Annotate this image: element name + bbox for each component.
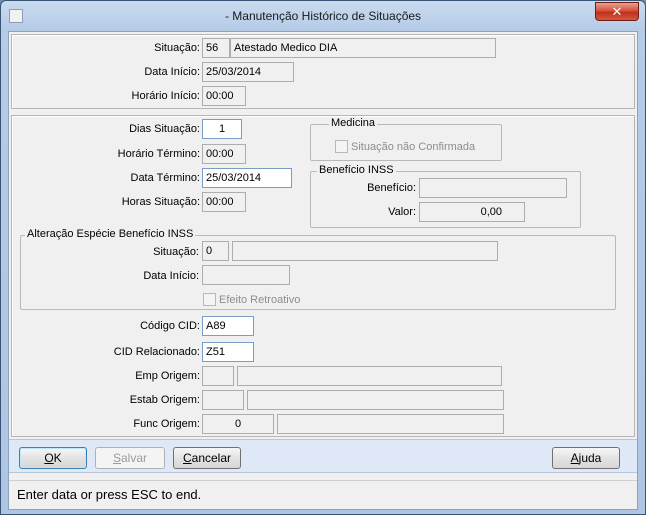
beneficio-inss-group-title: Benefício INSS [317,164,396,176]
emp-origem-code-field[interactable] [202,366,234,386]
situacao-label: Situação: [154,42,200,54]
status-text: Enter data or press ESC to end. [17,487,202,502]
beneficio-inss-group: Benefício INSS Benefício: Valor: 0,00 [310,164,581,228]
codigo-cid-input[interactable]: A89 [202,316,254,336]
alt-situacao-label: Situação: [153,246,199,258]
estab-origem-label: Estab Origem: [129,394,200,406]
horario-inicio-field[interactable]: 00:00 [202,86,246,106]
cancelar-button[interactable]: Cancelar [173,447,241,469]
emp-origem-desc-field[interactable] [237,366,502,386]
cid-relacionado-label: CID Relacionado: [113,346,200,358]
data-inicio-label: Data Início: [144,66,200,78]
horario-inicio-label: Horário Início: [131,90,200,102]
alteracao-especie-group-title: Alteração Espécie Benefício INSS [25,228,196,240]
medicina-group: Medicina Situação não Confirmada [310,117,502,161]
func-origem-label: Func Origem: [133,418,200,430]
efeito-retroativo-checkbox[interactable]: Efeito Retroativo [203,293,300,306]
situacao-desc-field[interactable]: Atestado Medico DIA [230,38,496,58]
horas-situacao-field[interactable]: 00:00 [202,192,246,212]
checkbox-box [203,293,216,306]
situacao-nao-confirmada-label: Situação não Confirmada [351,140,476,153]
salvar-mnemonic: S [112,451,121,465]
func-origem-code-field[interactable]: 0 [202,414,274,434]
emp-origem-label: Emp Origem: [135,370,200,382]
ajuda-mnemonic: A [570,451,579,465]
estab-origem-code-field[interactable] [202,390,244,410]
cancelar-label-rest: ancelar [191,451,232,465]
medicina-group-title: Medicina [329,117,378,129]
cancelar-mnemonic: C [182,451,192,465]
ok-label-rest: K [53,451,62,465]
codigo-cid-label: Código CID: [140,320,200,332]
horario-termino-label: Horário Término: [117,148,200,160]
dias-situacao-label: Dias Situação: [129,123,200,135]
ajuda-button[interactable]: Ajuda [552,447,620,469]
dias-situacao-input[interactable]: 1 [202,119,242,139]
ok-mnemonic: O [44,451,54,465]
situacao-code-field[interactable]: 56 [202,38,230,58]
valor-field[interactable]: 0,00 [419,202,525,222]
horas-situacao-label: Horas Situação: [121,196,200,208]
efeito-retroativo-label: Efeito Retroativo [219,293,301,306]
alt-data-inicio-field[interactable] [202,265,290,285]
beneficio-field[interactable] [419,178,567,198]
alteracao-especie-group: Alteração Espécie Benefício INSS Situaçã… [20,228,616,310]
checkbox-box [335,140,348,153]
close-icon[interactable]: ✕ [595,2,639,21]
dialog-window: - Manutenção Histórico de Situações ✕ Si… [0,0,646,515]
alt-situacao-code-field[interactable]: 0 [202,241,229,261]
button-bar: OK Salvar Cancelar Ajuda [9,439,637,473]
details-panel: Dias Situação: 1 Horário Término: 00:00 … [11,115,635,437]
situacao-nao-confirmada-checkbox[interactable]: Situação não Confirmada [335,140,475,153]
valor-label: Valor: [388,206,416,218]
func-origem-desc-field[interactable] [277,414,504,434]
window-title: - Manutenção Histórico de Situações [224,9,422,23]
beneficio-label: Benefício: [367,182,416,194]
cid-relacionado-input[interactable]: Z51 [202,342,254,362]
salvar-button[interactable]: Salvar [95,447,165,469]
ajuda-label-rest: juda [578,451,602,465]
data-termino-label: Data Término: [130,172,201,184]
alt-situacao-desc-field[interactable] [232,241,498,261]
header-panel: Situação: 56 Atestado Medico DIA Data In… [11,34,635,109]
horario-termino-field[interactable]: 00:00 [202,144,246,164]
ok-button[interactable]: OK [19,447,87,469]
alt-data-inicio-label: Data Início: [143,270,199,282]
title-bar[interactable]: - Manutenção Histórico de Situações ✕ [1,1,645,31]
status-bar: Enter data or press ESC to end. [9,480,637,509]
data-inicio-field[interactable]: 25/03/2014 [202,62,294,82]
data-termino-input[interactable]: 25/03/2014 [202,168,292,188]
estab-origem-desc-field[interactable] [247,390,504,410]
salvar-label-rest: alvar [121,451,148,465]
dialog-client-area: Situação: 56 Atestado Medico DIA Data In… [8,31,638,510]
